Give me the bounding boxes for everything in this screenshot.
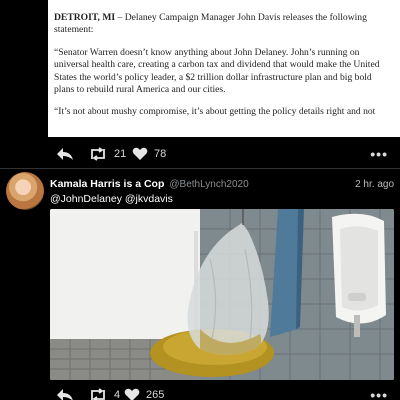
tweet-divider [0, 168, 400, 169]
article-card[interactable]: DETROIT, MI – Delaney Campaign Manager J… [48, 0, 400, 137]
tweet1-action-bar: 21 78 ••• [0, 142, 400, 166]
article-quote-1: “Senator Warren doesn’t know anything ab… [54, 46, 380, 96]
retweet-button[interactable]: 4 [88, 388, 120, 400]
more-icon[interactable]: ••• [370, 387, 388, 400]
like-button[interactable]: 78 [132, 147, 166, 161]
like-count: 265 [146, 389, 165, 400]
heart-icon [132, 147, 148, 160]
bathroom-photo [50, 209, 394, 380]
retweet-icon [91, 147, 105, 161]
timestamp: 2 hr. ago [355, 178, 394, 190]
more-icon[interactable]: ••• [370, 146, 388, 162]
user-handle[interactable]: @BethLynch2020 [169, 179, 248, 190]
reply-icon [57, 148, 73, 160]
article-intro-paragraph: DETROIT, MI – Delaney Campaign Manager J… [54, 12, 390, 37]
retweet-icon [91, 388, 105, 400]
tweet2-action-bar: 4 265 ••• [0, 383, 400, 400]
article-quote-2: “It’s not about mushy compromise, it’s a… [54, 106, 376, 118]
article-dateline: DETROIT, MI [54, 12, 116, 23]
tweet-text[interactable]: @JohnDelaney @jkvdavis [50, 193, 173, 205]
heart-icon [124, 388, 140, 400]
like-count: 78 [154, 148, 167, 160]
retweet-count: 4 [114, 389, 121, 400]
like-button[interactable]: 265 [124, 388, 164, 400]
reply-icon [57, 389, 73, 400]
reply-button[interactable] [56, 147, 74, 161]
tweet2-header: Kamala Harris is a Cop @BethLynch2020 2 … [50, 177, 394, 191]
tweet-image[interactable] [50, 209, 394, 380]
reply-button[interactable] [56, 388, 74, 400]
retweet-button[interactable]: 21 [88, 147, 126, 161]
display-name[interactable]: Kamala Harris is a Cop [50, 178, 164, 190]
avatar[interactable] [6, 172, 44, 210]
retweet-count: 21 [114, 148, 127, 160]
